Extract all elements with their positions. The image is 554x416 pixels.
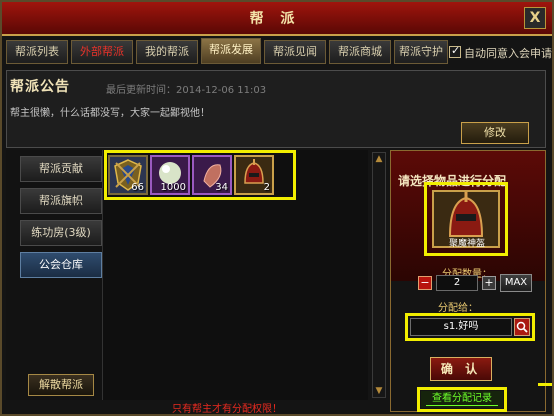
checkmark-icon: ✓ xyxy=(451,44,461,57)
permission-warning: 只有帮主才有分配权限！ xyxy=(172,404,282,415)
sidebar-item-banner[interactable]: 帮派旗帜 xyxy=(20,188,102,214)
tab-guild-shop[interactable]: 帮派商城 xyxy=(329,40,391,64)
recipient-highlight-box xyxy=(405,313,535,341)
max-quantity-button[interactable]: MAX xyxy=(500,274,532,292)
tab-guild-guard[interactable]: 帮派守护 xyxy=(394,40,448,64)
scroll-down-icon[interactable]: ▼ xyxy=(372,384,386,398)
increase-quantity-button[interactable]: + xyxy=(482,276,496,290)
auto-accept-label: 自动同意入会申请 xyxy=(464,47,552,60)
notice-body: 帮主很懒，什么话都没写，大家一起鄙视他！ xyxy=(10,108,210,119)
highlight-marker xyxy=(538,383,552,386)
scroll-up-icon[interactable]: ▲ xyxy=(372,152,386,166)
tab-external-guilds[interactable]: 外部帮派 xyxy=(71,40,133,64)
close-button[interactable]: X xyxy=(524,7,546,29)
recipient-label: 分配给： xyxy=(438,303,478,314)
quantity-input[interactable]: 2 xyxy=(436,275,478,291)
items-highlight-box xyxy=(104,150,296,200)
notice-title: 帮派公告 xyxy=(10,79,70,95)
records-highlight-box xyxy=(417,387,507,412)
sidebar-item-guild-storage[interactable]: 公会仓库 xyxy=(20,252,102,278)
window-title: 帮 派 xyxy=(249,11,301,27)
sidebar-item-training-room[interactable]: 练功房(3级) xyxy=(20,220,102,246)
tab-guild-news[interactable]: 帮派见闻 xyxy=(264,40,326,64)
sidebar: 帮派贡献 帮派旗帜 练功房(3级) 公会仓库 xyxy=(6,150,102,400)
confirm-button[interactable]: 确 认 xyxy=(430,357,492,381)
notice-updated-time: 最后更新时间：2014-12-06 11:03 xyxy=(106,85,267,96)
disband-guild-button[interactable]: 解散帮派 xyxy=(28,374,94,396)
tab-my-guild[interactable]: 我的帮派 xyxy=(136,40,198,64)
tab-guild-list[interactable]: 帮派列表 xyxy=(6,40,68,64)
edit-notice-button[interactable]: 修改 xyxy=(461,122,529,144)
sidebar-item-contribution[interactable]: 帮派贡献 xyxy=(20,156,102,182)
selected-item-highlight-box xyxy=(424,182,508,256)
storage-scrollbar[interactable] xyxy=(372,152,386,398)
decrease-quantity-button[interactable]: − xyxy=(418,276,432,290)
tab-guild-development[interactable]: 帮派发展 xyxy=(201,38,261,64)
